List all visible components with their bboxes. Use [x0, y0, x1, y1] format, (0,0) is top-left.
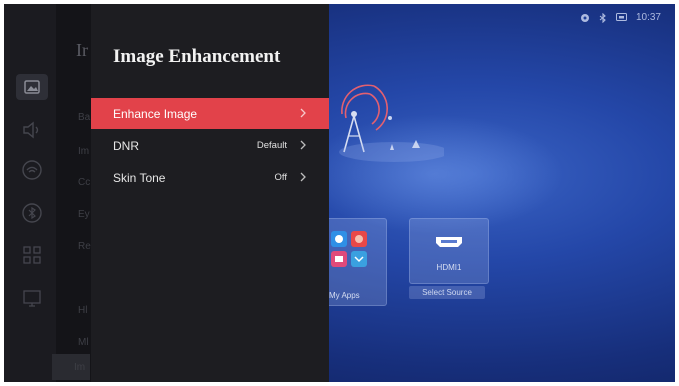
status-bar: 10:37 [580, 12, 661, 23]
image-enhancement-panel: Image Enhancement Enhance Image DNR Defa… [91, 4, 329, 382]
menu-item-label: DNR [113, 138, 139, 153]
menu-item-dnr[interactable]: DNR Default [91, 130, 329, 161]
bluetooth-icon [599, 12, 606, 23]
my-apps-label: My Apps [329, 291, 360, 300]
settings-sidebar [4, 4, 56, 382]
menu-item-value: Default [256, 140, 287, 151]
apps-grid-icon[interactable] [21, 244, 43, 266]
menu-item-value: Off [274, 172, 288, 183]
network-icon[interactable] [21, 159, 43, 181]
broadcast-tower-illustration [339, 84, 444, 162]
menu-item-enhance-image[interactable]: Enhance Image [91, 98, 329, 129]
menu-item-label: Enhance Image [113, 106, 198, 121]
picture-icon[interactable] [16, 74, 48, 100]
bluetooth-icon[interactable] [21, 202, 43, 224]
input-source-icon [615, 13, 627, 21]
hdmi-port-icon [436, 237, 462, 247]
hdmi1-tile[interactable]: HDMI1 [409, 218, 489, 284]
hdmi1-label: HDMI1 [436, 263, 462, 272]
background-menu-item: Ml [78, 337, 89, 348]
background-menu-item: Hl [78, 305, 88, 316]
chevron-right-icon [300, 108, 306, 118]
panel-title: Image Enhancement [113, 46, 281, 67]
chevron-right-icon [300, 172, 306, 182]
select-source-button[interactable]: Select Source [409, 286, 485, 299]
sound-icon[interactable] [21, 119, 43, 141]
background-menu-highlight: Im [52, 354, 90, 380]
menu-item-label: Skin Tone [113, 170, 166, 185]
background-menu-item: Ey [78, 209, 90, 220]
menu-item-skin-tone[interactable]: Skin Tone Off [91, 162, 329, 193]
background-menu-item: Ba [78, 112, 91, 123]
status-time: 10:37 [635, 12, 661, 23]
apps-collage-icon [331, 231, 367, 267]
settings-gear-icon [580, 13, 589, 22]
background-menu-item: Im [74, 362, 86, 373]
background-menu-item: Re [78, 241, 91, 252]
background-settings-menu: Ir Ba Im Cc Ey Re Hl Ml [56, 4, 96, 382]
my-apps-tile[interactable]: My Apps [320, 218, 387, 306]
background-menu-item: Cc [78, 177, 91, 188]
cast-icon[interactable] [21, 287, 43, 309]
chevron-right-icon [300, 140, 306, 150]
background-menu-item: Im [78, 146, 90, 157]
background-menu-title: Ir [76, 40, 88, 60]
